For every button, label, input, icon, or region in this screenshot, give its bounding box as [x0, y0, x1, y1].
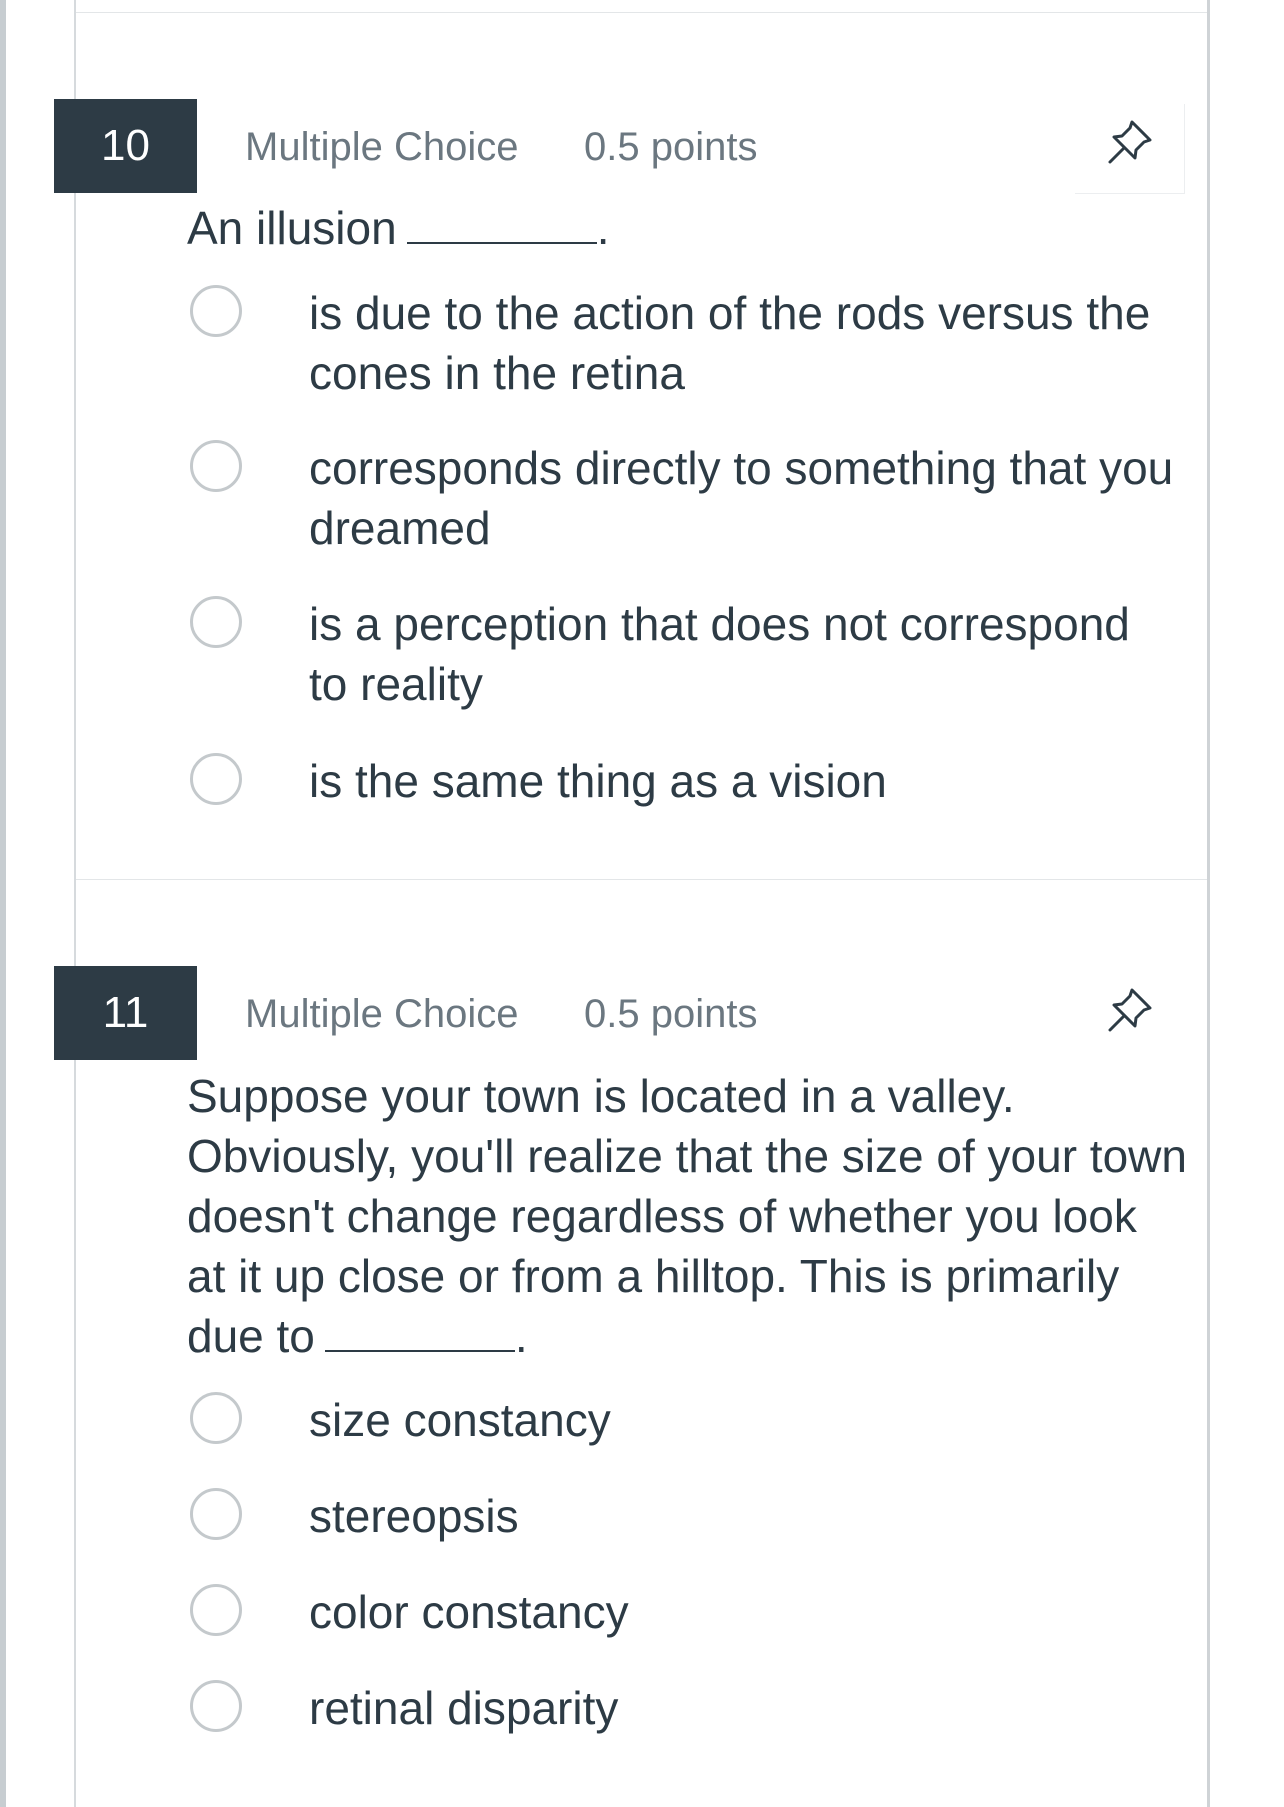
radio-button[interactable]	[190, 440, 242, 492]
question-stem-suffix: .	[596, 202, 610, 254]
question-stem-suffix: .	[514, 1310, 528, 1362]
radio-button[interactable]	[190, 596, 242, 648]
answer-option-label: stereopsis	[309, 1490, 519, 1542]
question-points: 0.5 points	[584, 992, 758, 1036]
answer-option-label: is a perception that does not correspond…	[309, 598, 1130, 710]
question-points: 0.5 points	[584, 125, 758, 169]
answer-option[interactable]: is due to the action of the rods versus …	[187, 285, 1187, 405]
pin-icon[interactable]	[1102, 982, 1158, 1038]
question-stem-text: An illusion	[187, 202, 397, 254]
answer-option[interactable]: is the same thing as a vision	[187, 753, 1187, 813]
page-left-edge	[0, 0, 6, 1807]
radio-button[interactable]	[190, 753, 242, 805]
question-number-badge: 11	[54, 966, 197, 1060]
question-type: Multiple Choice	[245, 992, 519, 1036]
question-stem: Suppose your town is located in a valley…	[187, 1066, 1187, 1366]
answer-option[interactable]: stereopsis	[187, 1488, 1187, 1548]
radio-button[interactable]	[190, 1488, 242, 1540]
answer-option-label: retinal disparity	[309, 1682, 619, 1734]
answer-option-label: size constancy	[309, 1394, 611, 1446]
answer-option[interactable]: retinal disparity	[187, 1680, 1187, 1740]
answer-option-label: corresponds directly to something that y…	[309, 442, 1174, 554]
answer-option-label: is due to the action of the rods versus …	[309, 287, 1151, 399]
answer-option[interactable]: color constancy	[187, 1584, 1187, 1644]
question-stem: An illusion.	[187, 198, 1187, 258]
answer-blank	[324, 1310, 515, 1352]
answer-option[interactable]: size constancy	[187, 1392, 1187, 1452]
question-number-badge: 10	[54, 99, 197, 193]
radio-button[interactable]	[190, 1680, 242, 1732]
radio-button[interactable]	[190, 1584, 242, 1636]
radio-button[interactable]	[190, 1392, 242, 1444]
question-type: Multiple Choice	[245, 125, 519, 169]
answer-option-label: color constancy	[309, 1586, 629, 1638]
answer-option[interactable]: corresponds directly to something that y…	[187, 440, 1187, 560]
answer-blank	[406, 202, 597, 244]
answer-option-label: is the same thing as a vision	[309, 755, 887, 807]
radio-button[interactable]	[190, 285, 242, 337]
answer-option[interactable]: is a perception that does not correspond…	[187, 596, 1187, 716]
card-divider	[76, 12, 1207, 13]
pin-icon[interactable]	[1102, 114, 1158, 170]
